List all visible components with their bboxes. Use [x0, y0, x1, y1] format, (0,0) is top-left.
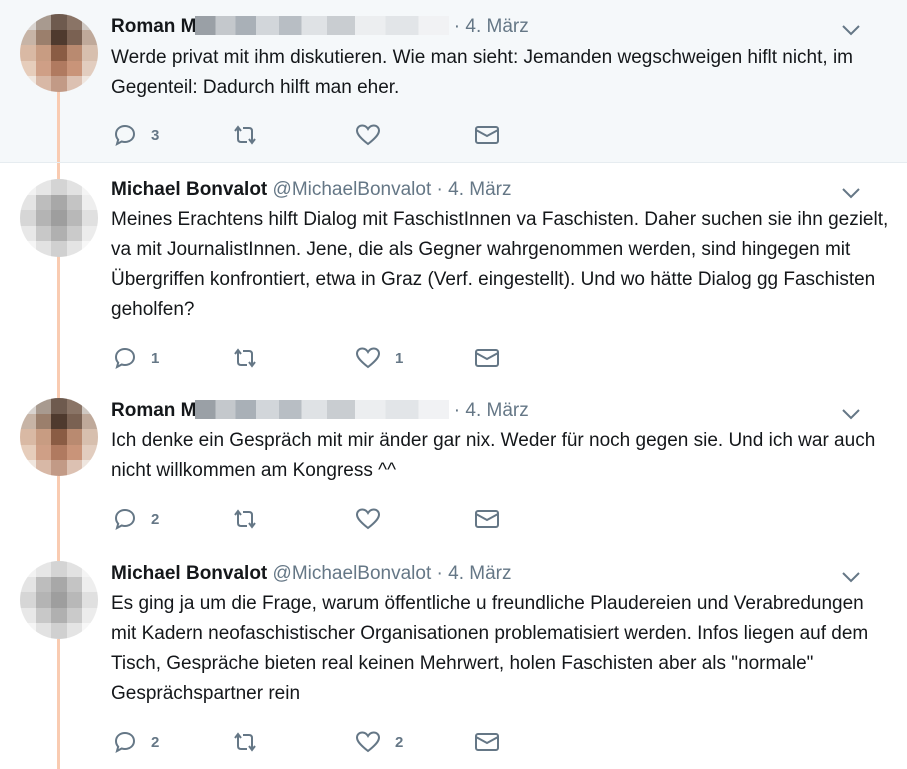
- tweet-header: Roman M · 4. März: [111, 399, 529, 423]
- reply-button[interactable]: 2: [113, 728, 159, 756]
- reply-count: 1: [151, 349, 160, 367]
- separator-dot: ·: [436, 563, 443, 584]
- retweet-button[interactable]: [231, 728, 259, 756]
- heart-icon: [355, 507, 381, 531]
- retweet-icon: [231, 507, 259, 531]
- envelope-icon: [474, 731, 500, 753]
- tweet-text: Meines Erachtens hilft Dialog mit Faschi…: [111, 209, 889, 320]
- like-button[interactable]: [355, 505, 395, 533]
- tweet-text: Es ging ja um die Frage, warum öffentlic…: [111, 593, 869, 704]
- tweet[interactable]: Roman M · 4. März Ich denke ein Gespräch…: [0, 384, 907, 547]
- author-handle[interactable]: @MichaelBonvalot: [273, 179, 432, 200]
- separator-dot: ·: [453, 16, 461, 37]
- tweet[interactable]: Michael Bonvalot @MichaelBonvalot · 4. M…: [0, 547, 907, 769]
- tweet-actions: 3: [113, 121, 513, 149]
- author-name[interactable]: Michael Bonvalot: [111, 179, 267, 200]
- tweet-actions: 2: [113, 505, 513, 533]
- avatar[interactable]: [20, 14, 98, 92]
- envelope-icon: [474, 347, 500, 369]
- separator-dot: ·: [453, 400, 461, 421]
- retweet-icon: [231, 346, 259, 370]
- chevron-down-icon[interactable]: [838, 183, 864, 203]
- tweet-header: Michael Bonvalot @MichaelBonvalot · 4. M…: [111, 562, 511, 586]
- tweet-date[interactable]: 4. März: [465, 400, 528, 421]
- author-name[interactable]: Roman M: [111, 16, 197, 37]
- heart-icon: [355, 346, 381, 370]
- heart-icon: [355, 123, 381, 147]
- tweet-actions: 1 1: [113, 344, 513, 372]
- tweet[interactable]: Roman M · 4. März Werde privat mit ihm d…: [0, 0, 907, 162]
- tweet-date[interactable]: 4. März: [448, 563, 511, 584]
- redacted-name-blur: [194, 400, 449, 419]
- retweet-icon: [231, 123, 259, 147]
- tweet-header: Roman M · 4. März: [111, 15, 529, 39]
- reply-icon: [113, 346, 137, 370]
- reply-icon: [113, 730, 137, 754]
- avatar[interactable]: [20, 179, 98, 257]
- thread-connector: [57, 255, 60, 385]
- like-button[interactable]: 1: [355, 344, 403, 372]
- tweet-header: Michael Bonvalot @MichaelBonvalot · 4. M…: [111, 178, 511, 202]
- thread-connector: [57, 476, 60, 547]
- thread-connector: [57, 547, 60, 561]
- chevron-down-icon[interactable]: [838, 567, 864, 587]
- thread-connector: [57, 639, 60, 769]
- reply-button[interactable]: 1: [113, 344, 159, 372]
- chevron-down-icon[interactable]: [838, 20, 864, 40]
- author-name[interactable]: Roman M: [111, 400, 197, 421]
- direct-message-button[interactable]: [474, 505, 500, 533]
- author-handle[interactable]: @MichaelBonvalot: [273, 563, 432, 584]
- reply-button[interactable]: 2: [113, 505, 159, 533]
- reply-icon: [113, 507, 137, 531]
- separator-dot: ·: [436, 179, 443, 200]
- thread-connector: [57, 90, 60, 162]
- thread-connector: [57, 384, 60, 398]
- author-name[interactable]: Michael Bonvalot: [111, 563, 267, 584]
- retweet-button[interactable]: [231, 121, 259, 149]
- reply-count: 2: [151, 733, 160, 751]
- tweet[interactable]: Michael Bonvalot @MichaelBonvalot · 4. M…: [0, 162, 907, 385]
- tweet-actions: 2 2: [113, 728, 513, 756]
- envelope-icon: [474, 508, 500, 530]
- retweet-icon: [231, 730, 259, 754]
- heart-icon: [355, 730, 381, 754]
- avatar[interactable]: [20, 398, 98, 476]
- like-button[interactable]: [355, 121, 395, 149]
- retweet-button[interactable]: [231, 505, 259, 533]
- tweet-text: Werde privat mit ihm diskutieren. Wie ma…: [111, 47, 854, 98]
- reply-button[interactable]: 3: [113, 121, 159, 149]
- direct-message-button[interactable]: [474, 728, 500, 756]
- tweet-date[interactable]: 4. März: [448, 179, 511, 200]
- like-count: 1: [395, 349, 404, 367]
- reply-icon: [113, 123, 137, 147]
- like-count: 2: [395, 733, 404, 751]
- tweet-text: Ich denke ein Gespräch mit mir änder gar…: [111, 430, 876, 481]
- direct-message-button[interactable]: [474, 344, 500, 372]
- redacted-name-blur: [194, 16, 449, 35]
- direct-message-button[interactable]: [474, 121, 500, 149]
- thread-connector: [57, 163, 60, 179]
- retweet-button[interactable]: [231, 344, 259, 372]
- envelope-icon: [474, 124, 500, 146]
- avatar[interactable]: [20, 561, 98, 639]
- like-button[interactable]: 2: [355, 728, 403, 756]
- chevron-down-icon[interactable]: [838, 404, 864, 424]
- tweet-date[interactable]: 4. März: [465, 16, 528, 37]
- reply-count: 2: [151, 510, 160, 528]
- reply-count: 3: [151, 126, 160, 144]
